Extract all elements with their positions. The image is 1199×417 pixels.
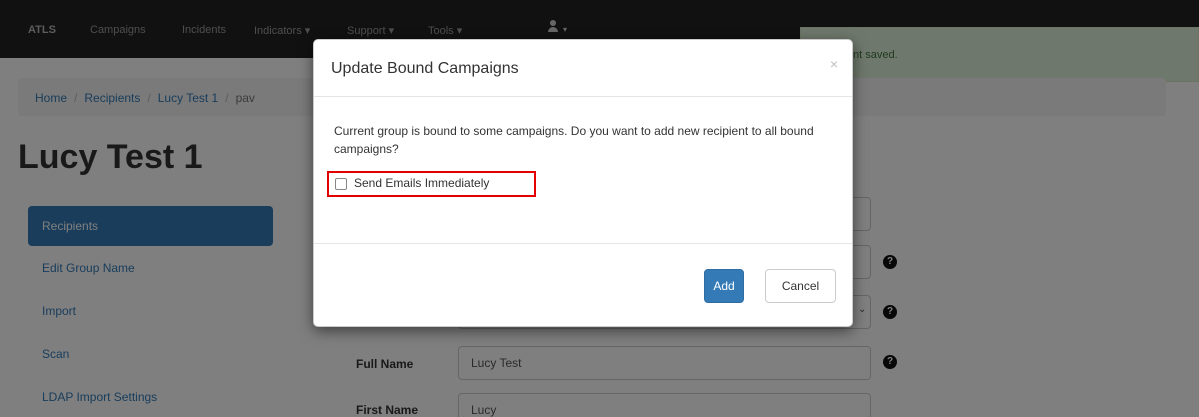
modal-footer: Add Cancel [314, 243, 852, 326]
send-emails-checkbox[interactable] [335, 178, 347, 190]
add-button[interactable]: Add [704, 269, 744, 303]
cancel-button[interactable]: Cancel [765, 269, 836, 303]
modal-title: Update Bound Campaigns [331, 60, 519, 77]
modal-header: Update Bound Campaigns × [314, 40, 852, 97]
modal-message: Current group is bound to some campaigns… [334, 124, 814, 156]
update-bound-campaigns-dialog: Update Bound Campaigns × Current group i… [313, 39, 853, 327]
close-icon[interactable]: × [830, 56, 838, 72]
send-emails-label[interactable]: Send Emails Immediately [354, 176, 489, 190]
